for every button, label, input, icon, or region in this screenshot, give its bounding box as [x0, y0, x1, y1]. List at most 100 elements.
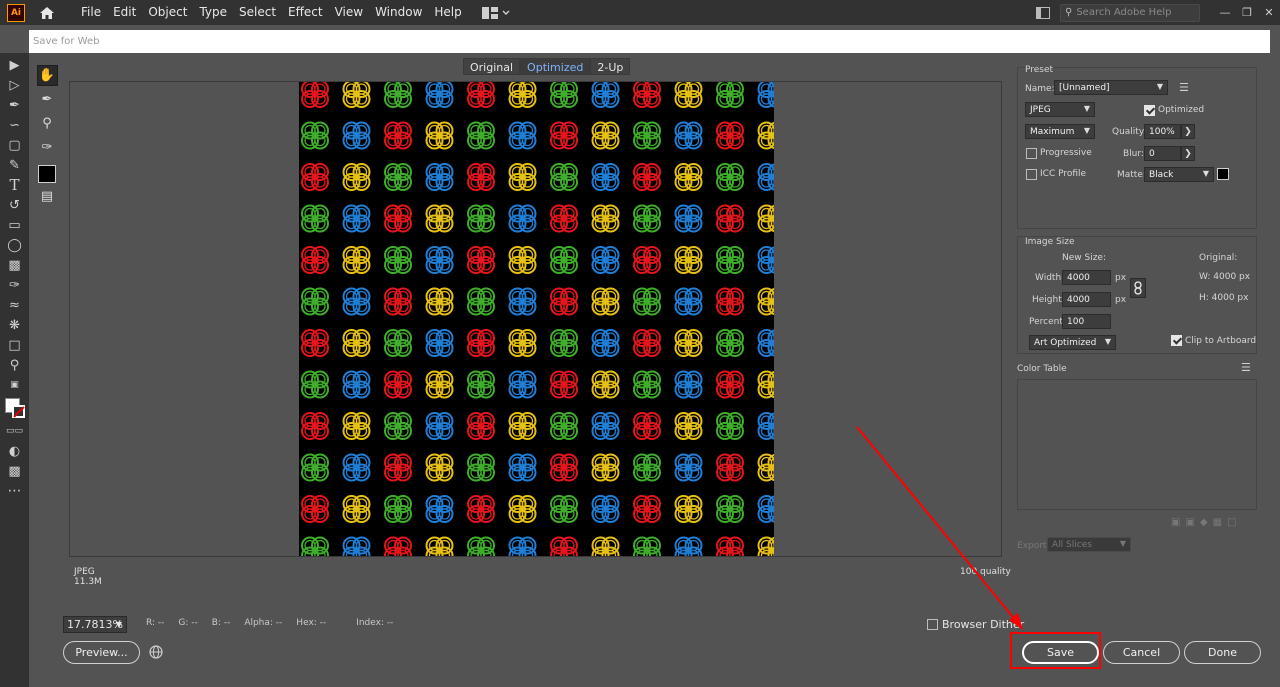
quality-input[interactable]: 100%: [1144, 124, 1181, 139]
hand-tool-icon[interactable]: ✋: [36, 65, 58, 86]
default-colors-icon[interactable]: ▣: [5, 375, 25, 395]
height-input[interactable]: 4000: [1062, 292, 1111, 307]
clip-to-artboard-checkbox[interactable]: [1171, 335, 1182, 346]
type-tool-icon[interactable]: T: [5, 175, 25, 195]
preview-button[interactable]: Preview...: [63, 641, 140, 664]
zoom-level-select[interactable]: 17.7813% ▼: [63, 616, 127, 633]
tab-optimized[interactable]: Optimized: [520, 58, 591, 75]
knot-motif: [716, 163, 744, 191]
knot-motif: [342, 412, 371, 440]
knot-motif: [467, 536, 495, 556]
minimize-button[interactable]: —: [1214, 0, 1236, 25]
tab-original[interactable]: Original: [463, 58, 521, 75]
file-format-select[interactable]: JPEG ▼: [1025, 102, 1095, 117]
cancel-button[interactable]: Cancel: [1103, 641, 1180, 664]
selection-tool-icon[interactable]: ▶: [5, 55, 25, 75]
eyedropper-tool-icon[interactable]: ✑: [37, 137, 58, 158]
web-shift-icon[interactable]: ▣: [1185, 517, 1194, 528]
optimized-checkbox[interactable]: [1144, 105, 1155, 116]
color-mode-icon[interactable]: ▭▭: [5, 421, 25, 441]
slice-select-tool-icon[interactable]: ✒: [37, 89, 58, 110]
browser-dither-checkbox[interactable]: [927, 619, 938, 630]
artboard-tool-icon[interactable]: □: [5, 335, 25, 355]
panel-toggle-icon[interactable]: [1036, 6, 1050, 19]
preset-name-select[interactable]: [Unnamed] ▼: [1054, 80, 1168, 95]
preview-canvas[interactable]: [69, 81, 1002, 557]
knot-motif: [674, 495, 703, 523]
knot-motif: [508, 204, 537, 233]
percent-input[interactable]: 100: [1062, 314, 1111, 329]
eyedropper-tool-icon[interactable]: ✑: [5, 275, 25, 295]
zoom-tool-icon[interactable]: ⚲: [37, 113, 58, 134]
menu-select[interactable]: Select: [233, 0, 282, 25]
menu-window[interactable]: Window: [369, 0, 428, 25]
menu-edit[interactable]: Edit: [107, 0, 142, 25]
knot-motif: [467, 287, 495, 316]
menu-object[interactable]: Object: [142, 0, 193, 25]
export-select[interactable]: All Slices ▼: [1047, 537, 1131, 552]
shape-builder-tool-icon[interactable]: ◯: [5, 235, 25, 255]
zoom-tool-icon[interactable]: ⚲: [5, 355, 25, 375]
close-window-button[interactable]: ✕: [1258, 0, 1280, 25]
menu-file[interactable]: File: [75, 0, 107, 25]
knot-motif: [425, 329, 454, 357]
blur-input[interactable]: 0: [1144, 146, 1181, 161]
quality-method-select[interactable]: Art Optimized ▼: [1029, 335, 1116, 350]
color-table-menu-icon[interactable]: ☰: [1241, 361, 1251, 374]
knot-motif: [508, 287, 537, 316]
delete-color-icon[interactable]: □: [1227, 517, 1236, 528]
icc-profile-checkbox[interactable]: [1026, 169, 1037, 180]
zoom-level: 17.7813%: [67, 618, 123, 631]
add-color-icon[interactable]: ▦: [1213, 517, 1222, 528]
rotate-tool-icon[interactable]: ↺: [5, 195, 25, 215]
toggle-slices-icon[interactable]: ▤: [37, 186, 58, 207]
pen-tool-icon[interactable]: ✒: [5, 95, 25, 115]
globe-icon[interactable]: [149, 645, 163, 659]
menu-help[interactable]: Help: [428, 0, 467, 25]
blur-slider-arrow[interactable]: ❯: [1181, 146, 1195, 161]
menu-effect[interactable]: Effect: [282, 0, 329, 25]
eraser-tool-icon[interactable]: ▭: [5, 215, 25, 235]
progressive-checkbox[interactable]: [1026, 148, 1037, 159]
symbol-sprayer-tool-icon[interactable]: ❋: [5, 315, 25, 335]
knot-motif: [716, 536, 744, 556]
curvature-tool-icon[interactable]: ∽: [5, 115, 25, 135]
knot-motif: [591, 163, 620, 191]
map-color-icon[interactable]: ▣: [1171, 517, 1180, 528]
eyedropper-color-swatch[interactable]: [38, 165, 56, 183]
browser-dither-option[interactable]: Browser Dither: [927, 618, 1024, 631]
rectangle-tool-icon[interactable]: ▢: [5, 135, 25, 155]
preset-menu-icon[interactable]: ☰: [1179, 81, 1189, 94]
menu-type[interactable]: Type: [193, 0, 233, 25]
gradient-tool-icon[interactable]: ▩: [5, 255, 25, 275]
matte-select[interactable]: Black ▼: [1144, 167, 1214, 182]
more-tools-icon[interactable]: ⋯: [5, 481, 25, 501]
done-button[interactable]: Done: [1184, 641, 1261, 664]
preset-name-value: [Unnamed]: [1059, 82, 1110, 93]
restore-button[interactable]: ❐: [1236, 0, 1258, 25]
lock-color-icon[interactable]: ◆: [1200, 517, 1208, 528]
compression-value: Maximum: [1030, 126, 1075, 137]
blend-tool-icon[interactable]: ≈: [5, 295, 25, 315]
matte-label: Matte:: [1117, 170, 1146, 180]
fill-stroke-swatch[interactable]: [4, 397, 26, 419]
tab-2-up[interactable]: 2-Up: [590, 58, 631, 75]
width-input[interactable]: 4000: [1062, 270, 1111, 285]
workspace-switcher[interactable]: [481, 6, 510, 19]
link-icon[interactable]: [1130, 278, 1146, 298]
search-help-input[interactable]: ⚲ Search Adobe Help: [1060, 3, 1200, 22]
paintbrush-tool-icon[interactable]: ✎: [5, 155, 25, 175]
knot-motif: [591, 453, 620, 482]
draw-mode-icon[interactable]: ◐: [5, 441, 25, 461]
knot-motif: [674, 246, 703, 274]
direct-selection-tool-icon[interactable]: ▷: [5, 75, 25, 95]
matte-color-swatch[interactable]: [1217, 168, 1229, 180]
quality-slider-arrow[interactable]: ❯: [1181, 124, 1195, 139]
knot-motif: [384, 370, 412, 399]
screen-mode-icon[interactable]: ▩: [5, 461, 25, 481]
menu-view[interactable]: View: [329, 0, 369, 25]
home-icon[interactable]: [39, 5, 55, 21]
chevron-down-icon: ▼: [115, 620, 122, 629]
compression-quality-select[interactable]: Maximum ▼: [1025, 124, 1095, 139]
knot-motif: [342, 204, 371, 233]
